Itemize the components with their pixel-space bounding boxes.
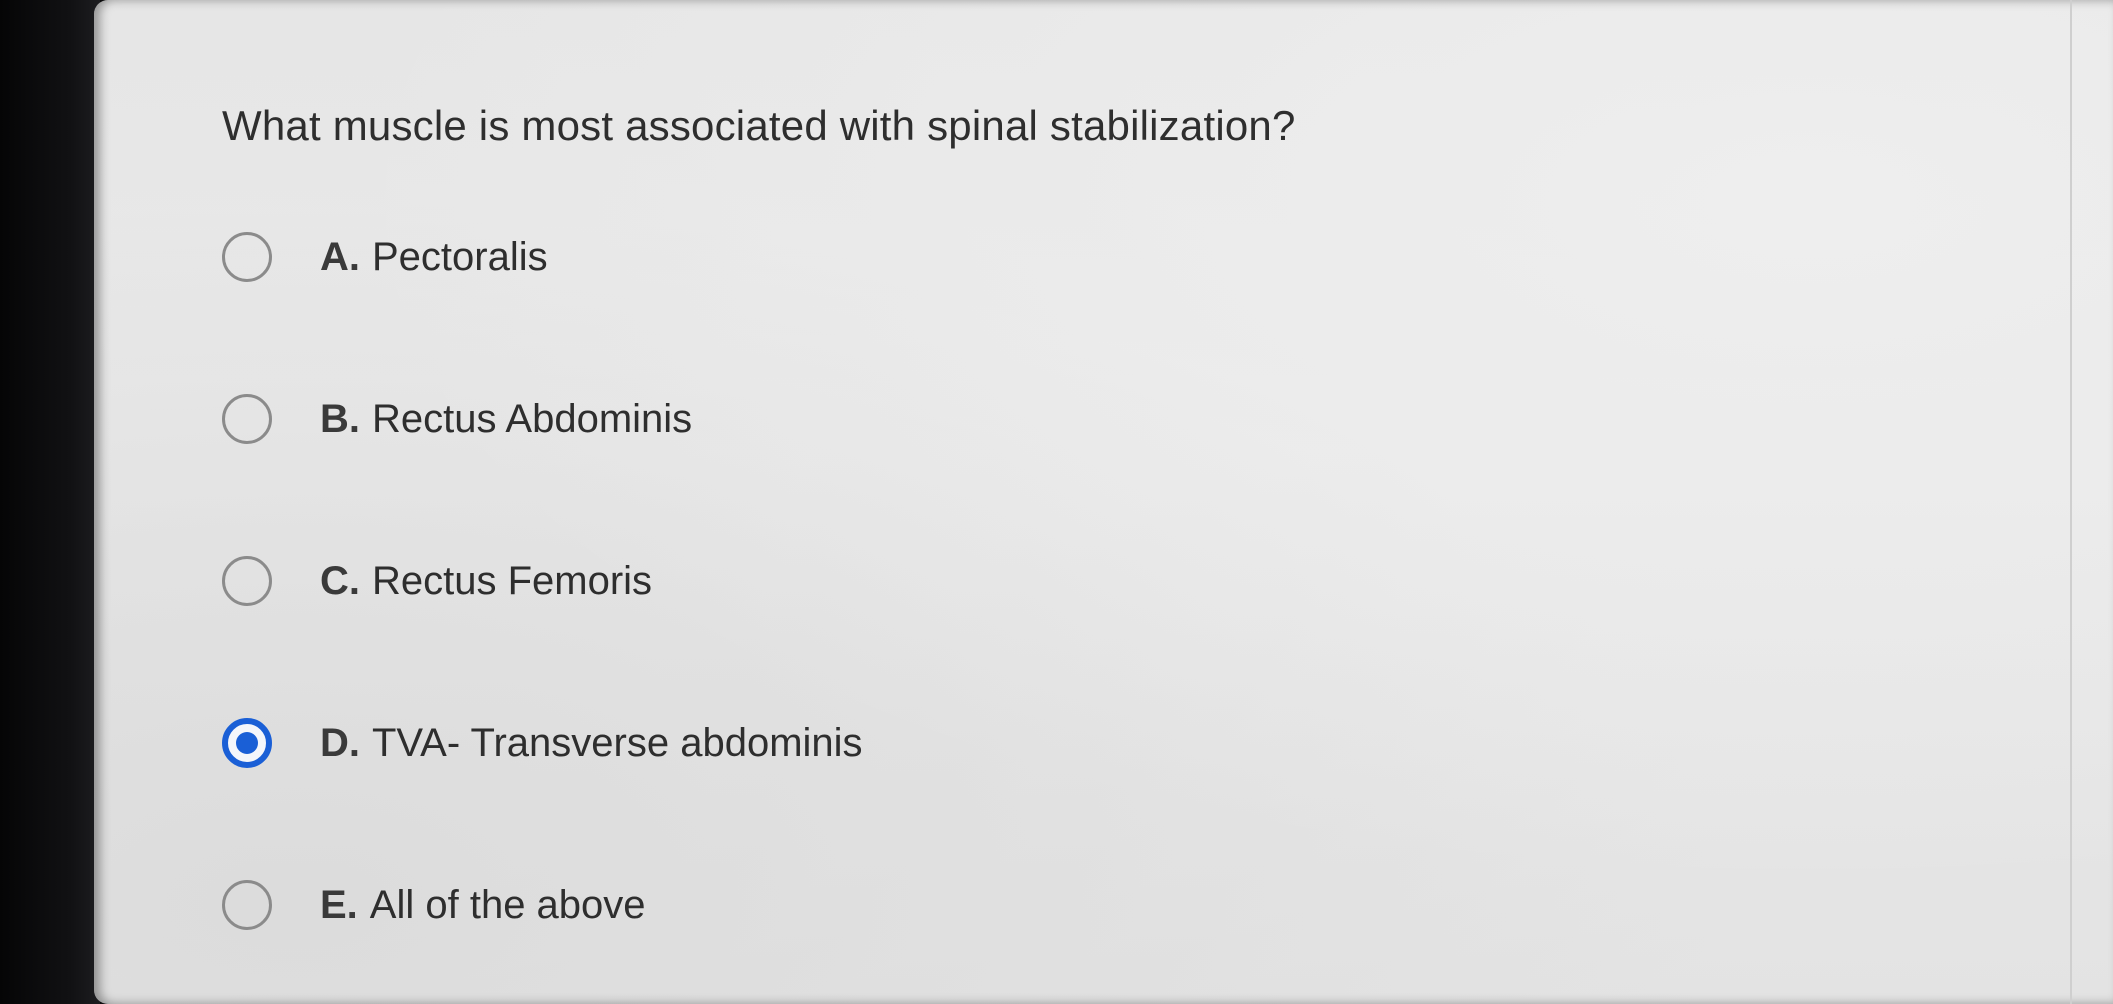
option-e[interactable]: E. All of the above [222,873,646,937]
answer-options: A. Pectoralis B. Rectus Abdominis C. Rec… [0,0,2113,1004]
radio-button-e[interactable] [222,880,272,930]
option-c[interactable]: C. Rectus Femoris [222,549,652,613]
option-c-label: Rectus Femoris [372,558,653,603]
option-a-letter: A. [320,234,360,279]
radio-button-c[interactable] [222,556,272,606]
option-d-letter: D. [320,720,360,765]
option-a[interactable]: A. Pectoralis [222,225,548,289]
option-a-label: Pectoralis [372,234,548,279]
option-b-label: Rectus Abdominis [372,396,693,441]
radio-button-b[interactable] [222,394,272,444]
option-c-letter: C. [320,558,360,603]
option-d[interactable]: D. TVA- Transverse abdominis [222,711,863,775]
option-e-letter: E. [320,882,358,927]
radio-button-d[interactable] [222,718,272,768]
option-b[interactable]: B. Rectus Abdominis [222,387,692,451]
option-b-letter: B. [320,396,360,441]
option-e-label: All of the above [369,882,646,927]
option-d-label: TVA- Transverse abdominis [372,720,863,765]
radio-button-a[interactable] [222,232,272,282]
